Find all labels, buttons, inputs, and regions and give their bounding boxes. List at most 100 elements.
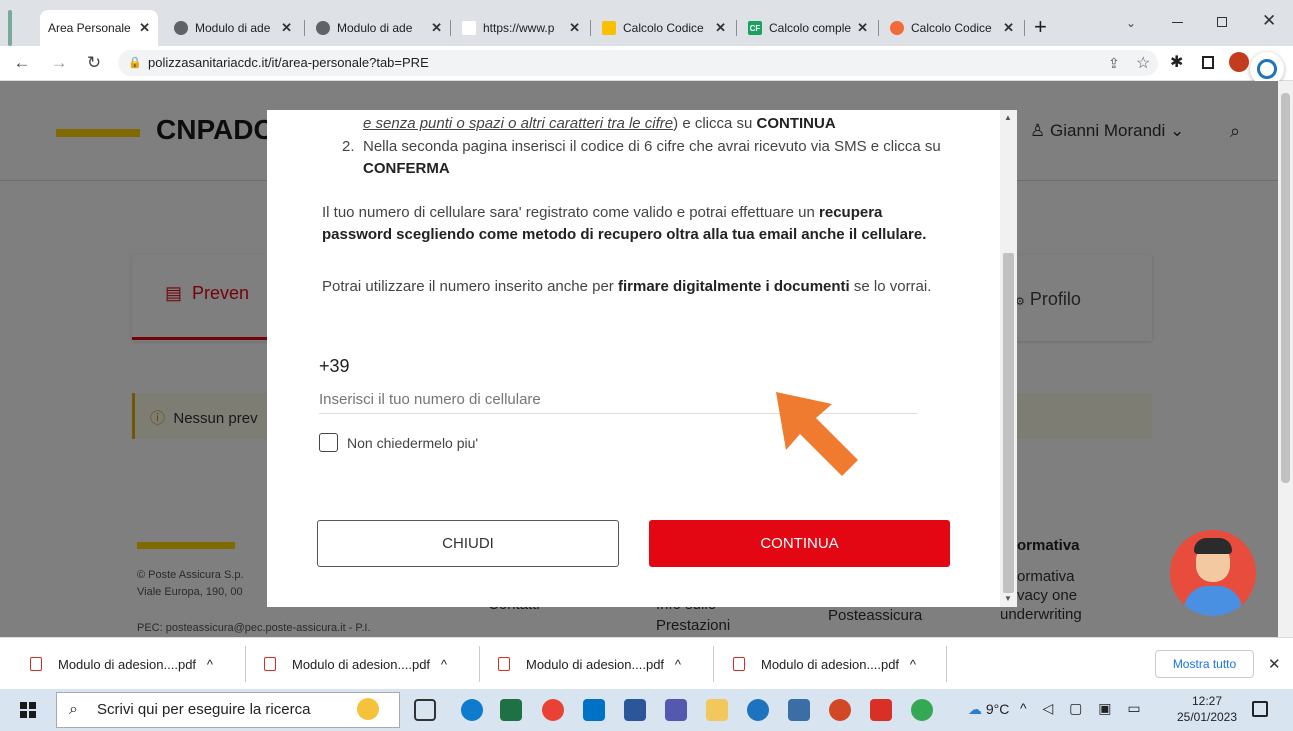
scroll-down-icon[interactable]: ▼	[1004, 594, 1012, 603]
search-highlight-icon[interactable]	[357, 698, 379, 720]
close-tab-icon[interactable]: ✕	[569, 20, 580, 36]
tab-search-icon[interactable]: ⌄	[1126, 16, 1136, 30]
step-2: Nella seconda pagina inserisci il codice…	[363, 136, 963, 179]
calcolo-favicon-icon	[890, 21, 904, 35]
tab-calcolo-1[interactable]: Calcolo Codice ✕	[594, 10, 734, 46]
search-icon: ⌕	[69, 701, 78, 718]
cf-favicon-icon: CF	[748, 21, 762, 35]
download-item-2[interactable]: Modulo di adesion....pdf ^	[264, 651, 447, 677]
modal-scrollbar[interactable]: ▲ ▼	[1000, 110, 1017, 607]
tab-modulo-2[interactable]: Modulo di ade ✕	[308, 10, 450, 46]
close-tab-icon[interactable]: ✕	[715, 20, 726, 36]
excel-icon[interactable]	[500, 699, 522, 721]
dont-ask-checkbox[interactable]	[319, 433, 338, 452]
blank-page-icon	[462, 21, 476, 35]
minimize-button[interactable]	[1172, 22, 1183, 23]
tab-calcolo-2[interactable]: Calcolo Codice ✕	[882, 10, 1022, 46]
chevron-up-icon[interactable]: ^	[441, 657, 447, 672]
tab-calcolo-completo[interactable]: CF Calcolo comple ✕	[740, 10, 876, 46]
download-filename: Modulo di adesion....pdf	[58, 656, 197, 672]
info-paragraph-1: Il tuo numero di cellulare sara' registr…	[322, 202, 952, 245]
taskbar-search-box[interactable]: ⌕ Scrivi qui per eseguire la ricerca	[56, 692, 400, 728]
back-arrow-icon[interactable]: ←	[10, 51, 34, 75]
close-tab-icon[interactable]: ✕	[139, 20, 150, 36]
show-all-downloads-button[interactable]: Mostra tutto	[1155, 650, 1254, 678]
scroll-up-icon[interactable]: ▲	[1004, 113, 1012, 122]
sidepanel-icon[interactable]	[1202, 56, 1214, 69]
tab-title: https://www.p	[483, 21, 555, 35]
para2-bold: firmare digitalmente i documenti	[617, 278, 850, 295]
step-1-note: e senza punti o spazi o altri caratteri …	[363, 115, 674, 132]
step-2-number: 2.	[342, 138, 355, 155]
step-1-text: ) e clicca su	[673, 115, 757, 132]
weather-temp: 9°C	[985, 701, 1010, 717]
close-downloads-icon[interactable]: ✕	[1268, 655, 1281, 673]
close-tab-icon[interactable]: ✕	[431, 20, 442, 36]
phone-prefix: +39	[319, 356, 350, 376]
teams-icon[interactable]	[665, 699, 687, 721]
orange-arrow-annotation	[776, 392, 858, 476]
powerpoint-icon[interactable]	[829, 699, 851, 721]
step-2-text: Nella seconda pagina inserisci il codice…	[363, 138, 941, 155]
modal-scrollbar-thumb[interactable]	[1003, 253, 1014, 593]
page-scrollbar[interactable]	[1278, 81, 1293, 637]
info-paragraph-2: Potrai utilizzare il numero inserito anc…	[322, 276, 952, 298]
step-1-bold: CONTINUA	[756, 115, 836, 132]
bookmark-star-icon[interactable]: ☆	[1136, 53, 1150, 73]
clock[interactable]: 12:27 25/01/2023	[1172, 693, 1242, 725]
pdf-icon	[30, 657, 42, 671]
assistant-app-icon[interactable]	[747, 699, 769, 721]
app-icon[interactable]	[788, 699, 810, 721]
tab-title: Area Personale	[48, 21, 131, 35]
url-field[interactable]: 🔒 polizzasanitariacdc.it/it/area-persona…	[118, 50, 1158, 76]
download-filename: Modulo di adesion....pdf	[526, 656, 665, 672]
close-button[interactable]: CHIUDI	[317, 520, 619, 567]
chevron-up-icon[interactable]: ^	[910, 657, 916, 672]
share-icon[interactable]: ⇪	[1108, 55, 1120, 72]
acrobat-icon[interactable]	[870, 699, 892, 721]
reload-icon[interactable]: ↻	[82, 51, 106, 75]
notification-center-icon[interactable]	[1252, 701, 1268, 717]
system-tray-icons[interactable]: ^ ◁ ▢ ▣ ▭	[1020, 700, 1147, 717]
page-scrollbar-thumb[interactable]	[1281, 93, 1290, 483]
restore-button[interactable]	[1217, 17, 1227, 27]
close-window-button[interactable]: ✕	[1262, 11, 1276, 31]
close-tab-icon[interactable]: ✕	[281, 20, 292, 36]
download-item-3[interactable]: Modulo di adesion....pdf ^	[498, 651, 681, 677]
close-tab-icon[interactable]: ✕	[857, 20, 868, 36]
download-item-1[interactable]: Modulo di adesion....pdf ^	[30, 651, 213, 677]
chat-assistant-avatar[interactable]	[1170, 530, 1256, 616]
windows-start-icon[interactable]	[20, 702, 36, 718]
chrome-profile-icon[interactable]	[911, 699, 933, 721]
url-text: polizzasanitariacdc.it/it/area-personale…	[148, 55, 429, 70]
word-icon[interactable]	[624, 699, 646, 721]
globe-icon	[316, 21, 330, 35]
download-filename: Modulo di adesion....pdf	[761, 656, 900, 672]
download-item-4[interactable]: Modulo di adesion....pdf ^	[733, 651, 916, 677]
outlook-icon[interactable]	[583, 699, 605, 721]
tab-area-personale[interactable]: Area Personale ✕	[40, 10, 158, 46]
dont-ask-label[interactable]: Non chiedermelo piu'	[347, 435, 478, 451]
tab-url[interactable]: https://www.p ✕	[454, 10, 588, 46]
extensions-icon[interactable]: ✱	[1170, 52, 1183, 72]
chevron-up-icon[interactable]: ^	[675, 657, 681, 672]
file-explorer-icon[interactable]	[706, 699, 728, 721]
forward-arrow-icon[interactable]: →	[47, 51, 71, 75]
profile-avatar[interactable]	[1229, 52, 1249, 72]
close-tab-icon[interactable]: ✕	[1003, 20, 1014, 36]
chevron-up-icon[interactable]: ^	[207, 657, 213, 672]
task-view-icon[interactable]	[414, 699, 436, 721]
downloads-bar: Modulo di adesion....pdf ^ Modulo di ade…	[0, 637, 1293, 689]
weather-cloud-icon: ☁	[968, 701, 982, 717]
edge-icon[interactable]	[461, 699, 483, 721]
tab-title: Modulo di ade	[337, 21, 413, 35]
tab-modulo-1[interactable]: Modulo di ade ✕	[166, 10, 300, 46]
new-tab-button[interactable]: +	[1034, 14, 1047, 40]
weather-widget[interactable]: ☁ 9°C	[968, 701, 1009, 718]
continue-button[interactable]: CONTINUA	[649, 520, 950, 567]
lock-icon: 🔒	[128, 57, 142, 69]
browser-tab-strip: Area Personale ✕ Modulo di ade ✕ Modulo di…	[0, 0, 1293, 46]
step-1-tail: e senza punti o spazi o altri caratteri …	[363, 113, 963, 135]
chrome-icon[interactable]	[542, 699, 564, 721]
para2-text: Potrai utilizzare il numero inserito anc…	[322, 278, 618, 295]
